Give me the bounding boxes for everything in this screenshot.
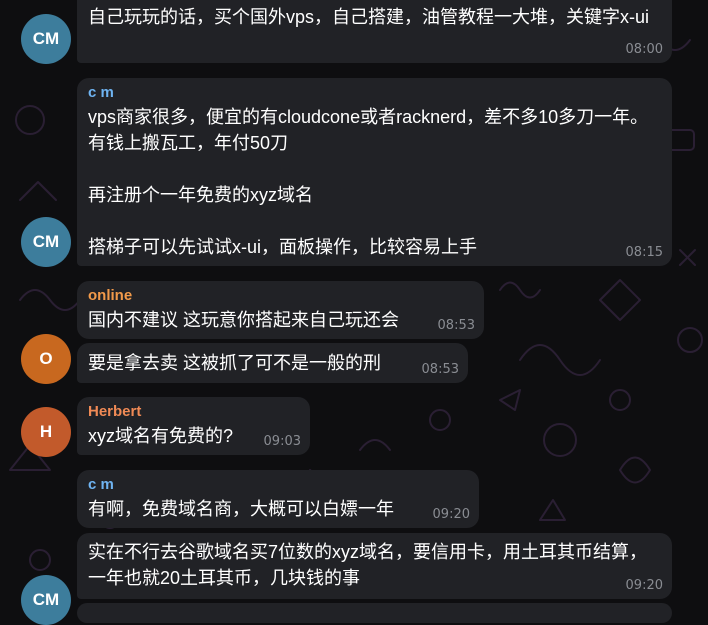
avatar[interactable]: CM xyxy=(21,575,71,625)
message-bubble[interactable]: 实在不行去谷歌域名买7位数的xyz域名，要信用卡，用土耳其币结算，一年也就20土… xyxy=(77,533,672,599)
message-time: 09:03 xyxy=(263,434,301,449)
sender-name: c m xyxy=(88,476,114,493)
message-time: 09:20 xyxy=(625,578,663,593)
message-time: 08:00 xyxy=(625,42,663,57)
sender-name: online xyxy=(88,287,133,304)
avatar-initials: O xyxy=(39,349,53,368)
avatar[interactable]: CM xyxy=(21,14,71,64)
avatar-initials: H xyxy=(39,422,53,441)
message-time: 08:15 xyxy=(625,245,663,260)
avatar-initials: CM xyxy=(32,29,60,48)
message-time: 08:53 xyxy=(437,318,475,333)
message-text: 自己玩玩的话，买个国外vps，自己搭建，油管教程一大堆，关键字x-ui xyxy=(88,7,650,27)
message-bubble[interactable]: online 国内不建议 这玩意你搭起来自己玩还会 08:53 xyxy=(77,281,484,339)
message-bubble[interactable]: 要是拿去卖 这被抓了可不是一般的刑 08:53 xyxy=(77,343,468,383)
message-text: vps商家很多，便宜的有cloudcone或者racknerd，差不多10多刀一… xyxy=(88,107,649,257)
message-bubble[interactable]: c m 有啊，免费域名商，大概可以白嫖一年 09:20 xyxy=(77,470,479,528)
message-text: 要是拿去卖 这被抓了可不是一般的刑 xyxy=(88,353,381,373)
message-bubble[interactable]: Herbert xyz域名有免费的? 09:03 xyxy=(77,397,310,455)
message-time: 08:53 xyxy=(421,362,459,377)
avatar[interactable]: CM xyxy=(21,217,71,267)
message-text: 国内不建议 这玩意你搭起来自己玩还会 xyxy=(88,310,399,330)
message-bubble[interactable]: c m vps商家很多，便宜的有cloudcone或者racknerd，差不多1… xyxy=(77,78,672,266)
message-time: 09:20 xyxy=(432,507,470,522)
avatar[interactable]: O xyxy=(21,334,71,384)
chat-message-list[interactable]: 自己玩玩的话，买个国外vps，自己搭建，油管教程一大堆，关键字x-ui 08:0… xyxy=(0,0,708,625)
sender-name: c m xyxy=(88,84,114,101)
message-text: 实在不行去谷歌域名买7位数的xyz域名，要信用卡，用土耳其币结算，一年也就20土… xyxy=(88,542,648,588)
avatar-initials: CM xyxy=(32,590,60,609)
message-bubble-partial[interactable] xyxy=(77,603,672,623)
message-bubble[interactable]: 自己玩玩的话，买个国外vps，自己搭建，油管教程一大堆，关键字x-ui 08:0… xyxy=(77,0,672,63)
avatar-initials: CM xyxy=(32,232,60,251)
avatar[interactable]: H xyxy=(21,407,71,457)
message-text: 有啊，免费域名商，大概可以白嫖一年 xyxy=(88,499,394,519)
sender-name: Herbert xyxy=(88,403,142,420)
